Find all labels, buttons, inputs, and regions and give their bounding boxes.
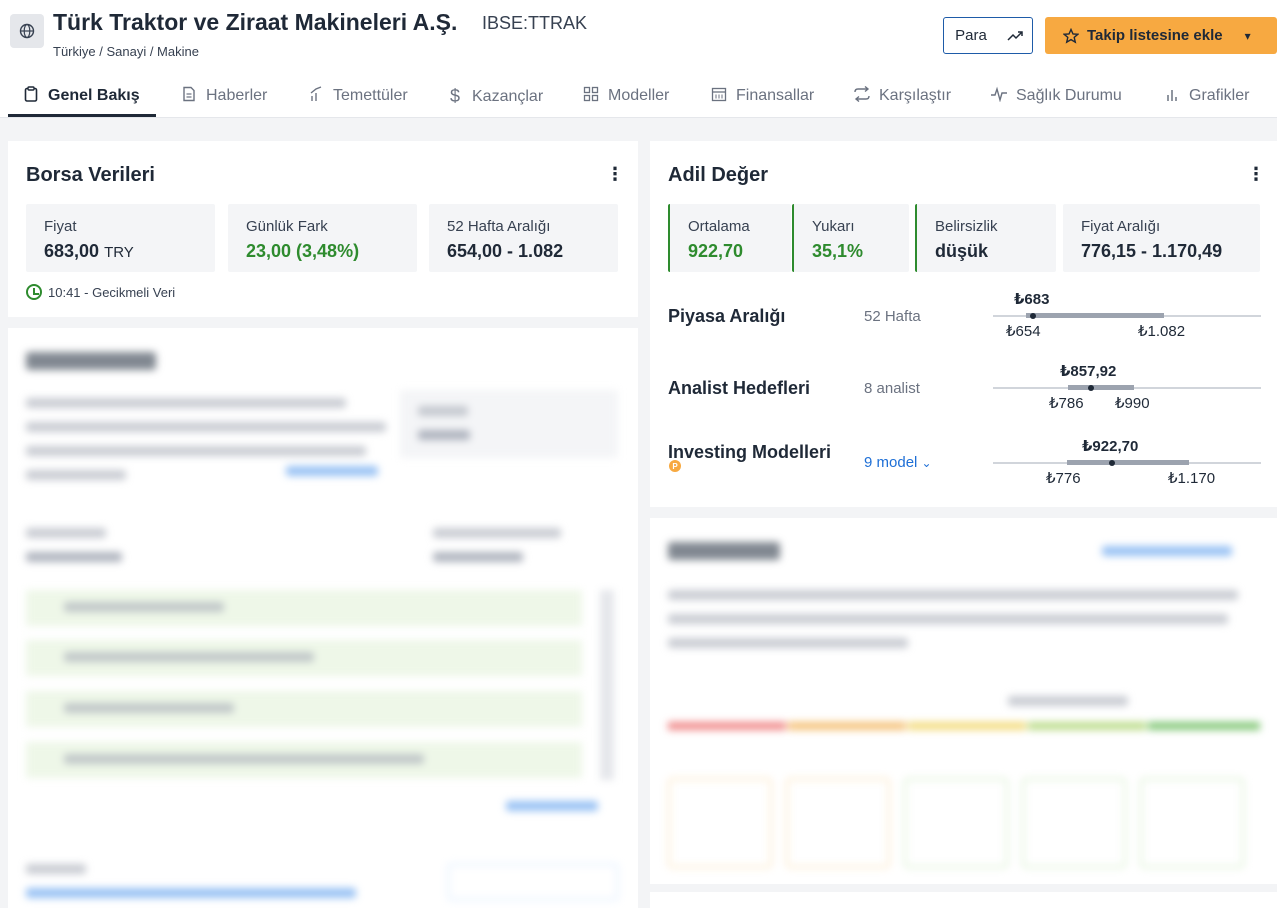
next-card xyxy=(650,892,1277,908)
add-watchlist-button[interactable]: Takip listesine ekle ▾ xyxy=(1045,17,1277,54)
market-range-segment xyxy=(1026,313,1164,318)
trend-up-icon xyxy=(1007,30,1023,41)
analyst-targets-mean: ₺857,92 xyxy=(1060,363,1117,380)
analyst-targets-high: ₺990 xyxy=(1115,395,1150,412)
price-stat: Fiyat 683,00 TRY xyxy=(26,204,215,272)
breadcrumb[interactable]: Türkiye / Sanayi / Makine xyxy=(53,44,199,59)
market-range-high: ₺1.082 xyxy=(1138,323,1186,340)
investing-models-value: ₺922,70 xyxy=(1082,438,1139,455)
tab-saglik-durumu[interactable]: Sağlık Durumu xyxy=(990,86,1122,106)
market-range-current: ₺683 xyxy=(1014,291,1050,308)
change-value: 23,00 (3,48%) xyxy=(246,241,360,261)
clipboard-icon xyxy=(22,86,40,106)
price-value: 683,00 TRY xyxy=(44,241,134,261)
fair-price-range-stat: Fiyat Aralığı 776,15 - 1.170,49 xyxy=(1063,204,1260,272)
tab-temettuler[interactable]: Temettüler xyxy=(307,86,408,106)
currency-button[interactable]: Para xyxy=(943,17,999,54)
company-profile-card xyxy=(8,328,638,908)
market-data-title: Borsa Verileri xyxy=(26,164,155,186)
pulse-icon xyxy=(990,86,1008,106)
tab-modeller[interactable]: Modeller xyxy=(582,86,669,106)
financial-health-card xyxy=(650,518,1277,884)
investing-models-segment xyxy=(1067,460,1189,465)
fair-upside-stat: Yukarı 35,1% xyxy=(792,204,909,272)
investing-models-marker xyxy=(1109,460,1115,466)
market-range-sub: 52 Hafta xyxy=(864,308,921,325)
price-label: Fiyat xyxy=(44,218,77,235)
fair-average-stat: Ortalama 922,70 xyxy=(668,204,791,272)
investing-pro-icon: P xyxy=(669,460,681,472)
investing-models-high: ₺1.170 xyxy=(1168,470,1216,487)
dollar-icon: $ xyxy=(449,86,460,106)
market-range-low: ₺654 xyxy=(1006,323,1041,340)
tab-genel-bakis[interactable]: Genel Bakış xyxy=(22,86,140,106)
nav-tabs: Genel Bakış Haberler Temettüler $ Kazanç… xyxy=(0,72,1277,118)
fair-value-title: Adil Değer xyxy=(668,164,769,186)
market-range-label: Piyasa Aralığı xyxy=(668,306,786,326)
ticker-symbol: IBSE:TTRAK xyxy=(482,13,588,33)
tab-haberler[interactable]: Haberler xyxy=(180,86,267,106)
tab-grafikler[interactable]: Grafikler xyxy=(1163,86,1249,106)
range-value: 654,00 - 1.082 xyxy=(447,241,564,261)
more-options-icon[interactable]: ⋮ xyxy=(606,165,624,183)
models-dropdown[interactable]: 9 model ⌄ xyxy=(864,454,932,471)
change-label: Günlük Fark xyxy=(246,218,328,235)
page-header: Türk Traktor ve Ziraat Makineleri A.Ş. I… xyxy=(0,0,1277,72)
active-tab-indicator xyxy=(8,114,156,117)
trend-button[interactable] xyxy=(998,17,1033,54)
globe-icon xyxy=(10,14,44,48)
growth-icon xyxy=(307,86,325,106)
analyst-targets-sub: 8 analist xyxy=(864,380,920,397)
analyst-targets-label: Analist Hedefleri xyxy=(668,378,811,398)
tab-finansallar[interactable]: Finansallar xyxy=(710,86,814,106)
market-range-marker xyxy=(1030,313,1036,319)
more-options-icon[interactable]: ⋮ xyxy=(1247,165,1265,183)
star-icon xyxy=(1063,27,1079,44)
range-label: 52 Hafta Aralığı xyxy=(447,218,551,235)
investing-models-low: ₺776 xyxy=(1046,470,1081,487)
week52-range-stat: 52 Hafta Aralığı 654,00 - 1.082 xyxy=(429,204,618,272)
calendar-icon xyxy=(710,86,728,106)
analyst-targets-low: ₺786 xyxy=(1049,395,1084,412)
chevron-down-icon: ▾ xyxy=(1244,28,1251,43)
clock-icon xyxy=(26,284,42,300)
chevron-down-icon: ⌄ xyxy=(921,456,932,470)
tab-karsilastir[interactable]: Karşılaştır xyxy=(853,85,951,106)
document-icon xyxy=(180,86,198,106)
grid-icon xyxy=(582,86,600,106)
analyst-targets-segment xyxy=(1068,385,1134,390)
analyst-targets-marker xyxy=(1088,385,1094,391)
fair-uncertainty-stat: Belirsizlik düşük xyxy=(915,204,1056,272)
swap-icon xyxy=(853,85,871,106)
daily-change-stat: Günlük Fark 23,00 (3,48%) xyxy=(228,204,417,272)
tab-kazanclar[interactable]: $ Kazançlar xyxy=(446,86,543,107)
watchlist-label: Takip listesine ekle xyxy=(1087,27,1223,44)
investing-models-label: Investing Modelleri xyxy=(668,442,832,462)
delayed-data-notice: 10:41 - Gecikmeli Veri xyxy=(26,284,175,300)
page-title: Türk Traktor ve Ziraat Makineleri A.Ş. xyxy=(53,9,458,35)
fair-value-card: Adil Değer ⋮ Ortalama 922,70 Yukarı 35,1… xyxy=(650,141,1277,507)
bars-icon xyxy=(1163,86,1181,106)
